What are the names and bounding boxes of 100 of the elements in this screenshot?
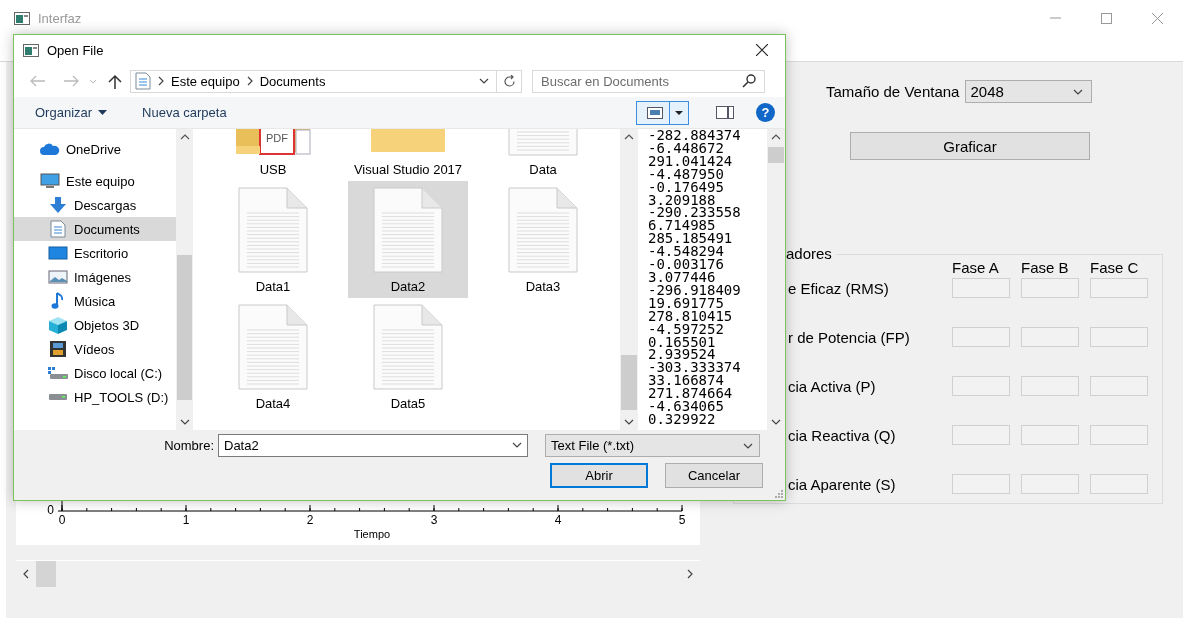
file-item[interactable]: Data <box>483 129 603 181</box>
app-window-icon <box>14 11 30 25</box>
scrollbar-thumb[interactable] <box>768 147 784 163</box>
breadcrumb[interactable]: Este equipo <box>171 73 240 89</box>
dialog-button[interactable]: Cancelar <box>665 463 763 488</box>
scrollbar-thumb[interactable] <box>177 255 192 400</box>
history-button[interactable] <box>89 78 97 84</box>
view-button[interactable] <box>636 100 689 125</box>
value-field[interactable] <box>1090 474 1148 494</box>
value-field[interactable] <box>1090 376 1148 396</box>
tick-label: 0 <box>58 513 66 527</box>
value-field[interactable] <box>1021 278 1079 298</box>
nav-item[interactable]: Objetos 3D <box>14 313 176 337</box>
document-icon <box>135 72 151 90</box>
download-arrow-icon <box>48 196 68 214</box>
value-field[interactable] <box>1021 425 1079 445</box>
caret-down-icon <box>98 110 108 115</box>
back-button[interactable] <box>30 75 46 87</box>
value-field[interactable] <box>1021 376 1079 396</box>
column-header: Fase B <box>1021 259 1070 276</box>
nav-item[interactable]: Música <box>14 289 176 313</box>
file-item[interactable]: Data3 <box>483 181 603 298</box>
scrollbar-thumb[interactable] <box>621 355 637 410</box>
preview-pane-icon[interactable] <box>716 106 734 119</box>
drive-icon <box>47 366 69 380</box>
text-file-icon <box>370 187 446 273</box>
dialog-title: Open File <box>47 42 104 58</box>
maximize-icon <box>1101 12 1112 24</box>
file-type-dropdown[interactable]: Text File (*.txt) <box>545 434 760 457</box>
plot-button[interactable]: Graficar <box>850 132 1090 160</box>
minimize-icon <box>1050 17 1061 19</box>
up-button[interactable] <box>108 73 122 89</box>
row-label: e Eficaz (RMS) <box>788 279 890 297</box>
row-label: cia Activa (P) <box>788 377 877 395</box>
app-window-icon <box>23 43 39 57</box>
breadcrumb[interactable]: Documents <box>259 73 326 89</box>
file-item[interactable]: Data5 <box>348 298 468 415</box>
address-bar[interactable]: Este equipo Documents <box>130 69 522 93</box>
close-icon <box>756 44 768 56</box>
value-field[interactable] <box>1021 327 1079 347</box>
nav-item[interactable]: Este equipo <box>14 169 176 193</box>
filename-field[interactable]: Data2 <box>218 434 528 457</box>
tick-label: 1 <box>182 513 190 527</box>
view-icon <box>647 106 663 119</box>
text-file-icon <box>505 187 581 273</box>
window-size-dropdown[interactable]: 2048 <box>965 80 1093 103</box>
row-label: cia Aparente (S) <box>788 475 897 493</box>
value-field[interactable] <box>1090 278 1148 298</box>
forward-button[interactable] <box>63 75 79 87</box>
refresh-icon <box>502 74 516 88</box>
nav-item[interactable]: OneDrive <box>14 137 176 161</box>
value-field[interactable] <box>952 327 1010 347</box>
value-field[interactable] <box>952 474 1010 494</box>
chevron-up-icon <box>624 134 634 140</box>
desktop-icon <box>48 246 68 260</box>
column-header: Fase C <box>1090 259 1140 276</box>
nav-item[interactable]: Escritorio <box>14 241 176 265</box>
scrollbar-thumb[interactable] <box>36 561 56 587</box>
value-field[interactable] <box>1021 474 1079 494</box>
value-field[interactable] <box>952 425 1010 445</box>
nav-item[interactable]: HP_TOOLS (D:) <box>14 385 176 409</box>
tick-label: 0 <box>47 503 54 517</box>
close-icon <box>1152 12 1163 24</box>
chevron-down-icon <box>624 419 634 425</box>
value-field[interactable] <box>952 278 1010 298</box>
text-file-icon <box>370 304 446 390</box>
new-folder-button[interactable]: Nueva carpeta <box>142 105 227 120</box>
nav-item[interactable]: Disco local (C:) <box>14 361 176 385</box>
search-icon <box>742 73 756 88</box>
file-preview: -282.884374 -6.448672 291.041424 -4.487950 -0.176495 3.209188 -290.233558 6.714985 285.185491 -4.548294 -0.003176 3.077446 -296.918409 19.691775 278.810415 -4.597252 0.165501 2.939524 -303.333374 33.166874 271.874664 -4.634065 0.329922 <box>647 129 742 429</box>
file-item[interactable]: Visual Studio 2017 <box>348 129 468 181</box>
cloud-icon <box>40 142 60 156</box>
drive-icon <box>47 392 69 402</box>
chevron-down-icon <box>743 442 753 449</box>
chevron-up-icon <box>771 134 781 140</box>
file-item[interactable]: Data1 <box>213 181 333 298</box>
nav-item[interactable]: Imágenes <box>14 265 176 289</box>
nav-item[interactable]: Documents <box>14 217 176 241</box>
value-field[interactable] <box>1090 425 1148 445</box>
chevron-down-icon <box>771 419 781 425</box>
tick-label: 5 <box>678 513 686 527</box>
window-title: Interfaz <box>38 10 82 26</box>
up-arrow-icon <box>108 73 122 89</box>
organize-menu[interactable]: Organizar <box>35 105 108 120</box>
text-file-icon <box>235 187 311 273</box>
nav-item[interactable]: Vídeos <box>14 337 176 361</box>
nav-item[interactable]: Descargas <box>14 193 176 217</box>
row-label: r de Potencia (FP) <box>788 328 911 346</box>
monitor-icon <box>40 173 60 189</box>
music-note-icon <box>51 292 65 310</box>
file-item[interactable]: Data2 <box>348 181 468 298</box>
chevron-down-icon <box>512 442 522 448</box>
help-button[interactable]: ? <box>756 103 775 122</box>
file-item[interactable]: Data4 <box>213 298 333 415</box>
value-field[interactable] <box>1090 327 1148 347</box>
file-item[interactable]: PDF USB <box>213 129 333 181</box>
value-field[interactable] <box>952 376 1010 396</box>
search-field[interactable]: Buscar en Documents <box>532 69 765 93</box>
film-icon <box>49 340 67 358</box>
dialog-button[interactable]: Abrir <box>550 463 648 488</box>
